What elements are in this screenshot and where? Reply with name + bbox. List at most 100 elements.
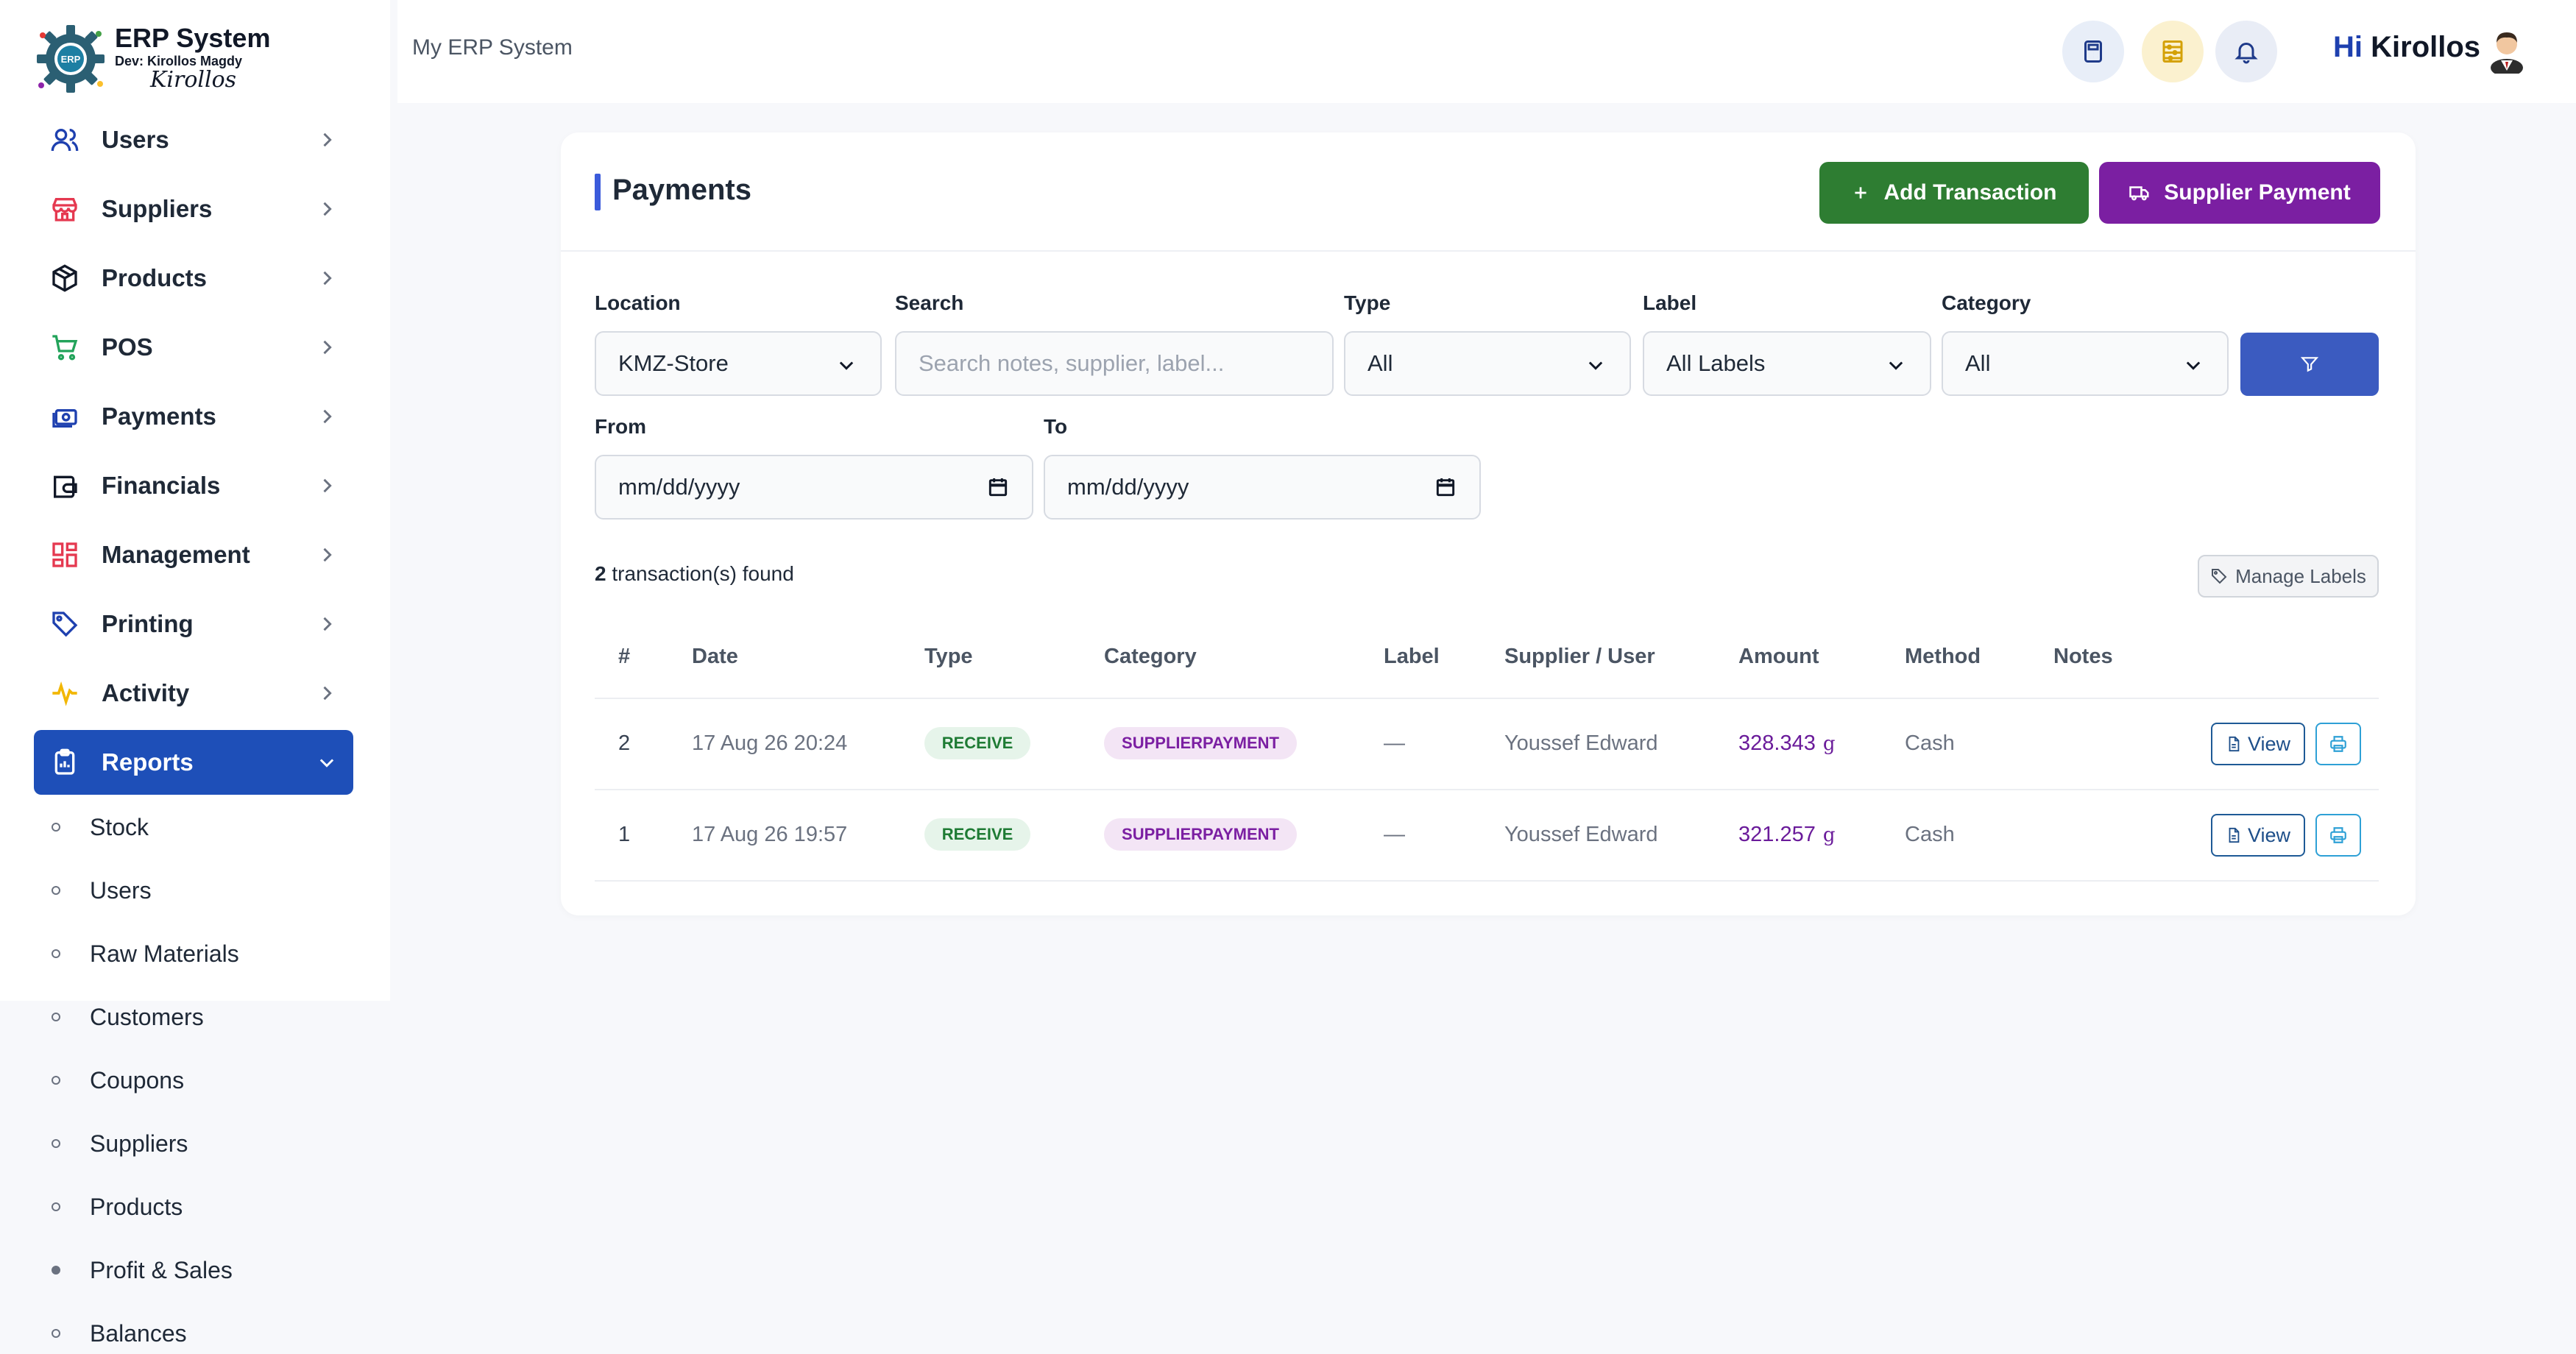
sub-item-balances[interactable]: Balances xyxy=(52,1311,187,1354)
location-label: Location xyxy=(595,291,681,314)
sidebar-item-activity[interactable]: Activity xyxy=(34,661,353,726)
calculator-icon xyxy=(2084,40,2102,63)
col-header-supplier: Supplier / User xyxy=(1504,645,1655,668)
grid-icon xyxy=(49,539,81,571)
sidebar-item-printing[interactable]: Printing xyxy=(34,592,353,656)
category-badge: SUPPLIERPAYMENT xyxy=(1104,727,1297,759)
sub-item-label: Stock xyxy=(90,813,149,840)
results-count: 2 transaction(s) found xyxy=(595,562,794,586)
to-label: To xyxy=(1044,415,1068,438)
col-header-label: Label xyxy=(1384,645,1440,668)
sidebar-item-users[interactable]: Users xyxy=(34,107,353,172)
calendar-icon[interactable] xyxy=(986,475,1010,499)
amount-unit: g xyxy=(1822,733,1836,755)
print-button[interactable] xyxy=(2315,814,2361,857)
bell-icon xyxy=(2234,43,2258,64)
add-transaction-button[interactable]: Add Transaction xyxy=(1819,162,2089,224)
sidebar-item-label: POS xyxy=(102,333,153,361)
search-input[interactable]: Search notes, supplier, label... xyxy=(895,331,1334,396)
sidebar-item-label: Products xyxy=(102,264,208,291)
bullet-icon xyxy=(52,949,60,958)
chevron-down-icon xyxy=(839,361,854,370)
logo-badge-text: ERP xyxy=(61,54,81,65)
sidebar-item-management[interactable]: Management xyxy=(34,522,353,587)
plus-icon xyxy=(1855,187,1867,199)
label-select[interactable]: All Labels xyxy=(1643,331,1931,396)
manage-labels-button[interactable]: Manage Labels xyxy=(2198,555,2379,598)
type-select[interactable]: All xyxy=(1344,331,1631,396)
amount-value: 321.257 xyxy=(1738,823,1816,846)
topbar: My ERP System Hi Kirollos xyxy=(397,0,2576,103)
cell-supplier: Youssef Edward xyxy=(1504,731,1658,755)
chevron-right-icon xyxy=(323,478,332,493)
sidebar-item-reports[interactable]: Reports xyxy=(34,730,353,795)
view-button[interactable]: View xyxy=(2211,814,2305,857)
to-date-input[interactable]: mm/dd/yyyy xyxy=(1044,455,1481,520)
bullet-icon xyxy=(52,886,60,895)
view-button[interactable]: View xyxy=(2211,723,2305,765)
sidebar: ERP ERP System Dev: Kirollos Magdy Kirol… xyxy=(0,0,390,1001)
abacus-button[interactable] xyxy=(2142,21,2204,82)
col-header-category: Category xyxy=(1104,645,1197,668)
sub-item-raw-materials[interactable]: Raw Materials xyxy=(52,932,239,976)
sub-item-label: Products xyxy=(90,1193,183,1220)
location-value: KMZ-Store xyxy=(618,350,729,376)
search-placeholder: Search notes, supplier, label... xyxy=(919,350,1225,376)
type-label: Type xyxy=(1344,291,1391,314)
document-icon xyxy=(2229,736,2240,752)
sidebar-item-products[interactable]: Products xyxy=(34,246,353,311)
greeting-name: Kirollos xyxy=(2371,31,2481,63)
sub-item-label: Raw Materials xyxy=(90,940,239,967)
sidebar-item-payments[interactable]: Payments xyxy=(34,384,353,449)
sidebar-item-pos[interactable]: POS xyxy=(34,315,353,380)
chevron-right-icon xyxy=(323,271,332,286)
sidebar-item-financials[interactable]: Financials xyxy=(34,453,353,518)
print-button[interactable] xyxy=(2315,723,2361,765)
cell-amount: 321.257 g xyxy=(1738,823,1835,847)
from-date-value: mm/dd/yyyy xyxy=(618,474,740,500)
sidebar-item-label: Activity xyxy=(102,679,190,706)
location-select[interactable]: KMZ-Store xyxy=(595,331,882,396)
category-badge: SUPPLIERPAYMENT xyxy=(1104,818,1297,851)
chevron-right-icon xyxy=(323,340,332,355)
label-value: All Labels xyxy=(1666,350,1766,376)
wallet-icon xyxy=(49,469,81,502)
chevron-down-icon xyxy=(1889,361,1903,370)
store-icon xyxy=(49,193,81,225)
sub-item-customers[interactable]: Customers xyxy=(52,995,204,1039)
bullet-icon xyxy=(52,1202,60,1211)
sub-item-suppliers[interactable]: Suppliers xyxy=(52,1121,188,1166)
divider xyxy=(595,880,2379,882)
sub-item-profit-sales[interactable]: Profit & Sales xyxy=(52,1248,233,1292)
category-value: All xyxy=(1965,350,1991,376)
avatar[interactable] xyxy=(2488,26,2526,74)
col-header-notes: Notes xyxy=(2053,645,2113,668)
col-header-num: # xyxy=(618,645,631,668)
category-select[interactable]: All xyxy=(1942,331,2229,396)
sidebar-item-suppliers[interactable]: Suppliers xyxy=(34,177,353,241)
payments-card: Payments Add Transaction Supplier Paymen… xyxy=(561,132,2416,915)
supplier-payment-button[interactable]: Supplier Payment xyxy=(2099,162,2380,224)
sub-item-stock[interactable]: Stock xyxy=(52,805,149,849)
apply-filter-button[interactable] xyxy=(2240,333,2379,396)
calculator-button[interactable] xyxy=(2062,21,2124,82)
from-date-input[interactable]: mm/dd/yyyy xyxy=(595,455,1033,520)
col-header-date: Date xyxy=(692,645,738,668)
printer-icon xyxy=(2330,827,2346,843)
results-count-number: 2 xyxy=(595,562,606,585)
calendar-icon[interactable] xyxy=(1434,475,1457,499)
supplier-payment-label: Supplier Payment xyxy=(2164,180,2351,205)
notifications-button[interactable] xyxy=(2215,21,2277,82)
sidebar-item-label: Payments xyxy=(102,403,216,430)
sidebar-item-label: Reports xyxy=(102,748,194,776)
page-title: Payments xyxy=(612,174,751,206)
view-label: View xyxy=(2247,823,2291,846)
user-greeting[interactable]: Hi Kirollos xyxy=(2333,31,2480,64)
sub-item-products[interactable]: Products xyxy=(52,1185,183,1229)
type-badge: RECEIVE xyxy=(924,818,1030,851)
app-logo[interactable]: ERP ERP System Dev: Kirollos Magdy Kirol… xyxy=(32,21,364,107)
sub-item-coupons[interactable]: Coupons xyxy=(52,1058,184,1102)
chevron-right-icon xyxy=(323,547,332,562)
chevron-right-icon xyxy=(323,132,332,147)
sub-item-users[interactable]: Users xyxy=(52,868,152,912)
